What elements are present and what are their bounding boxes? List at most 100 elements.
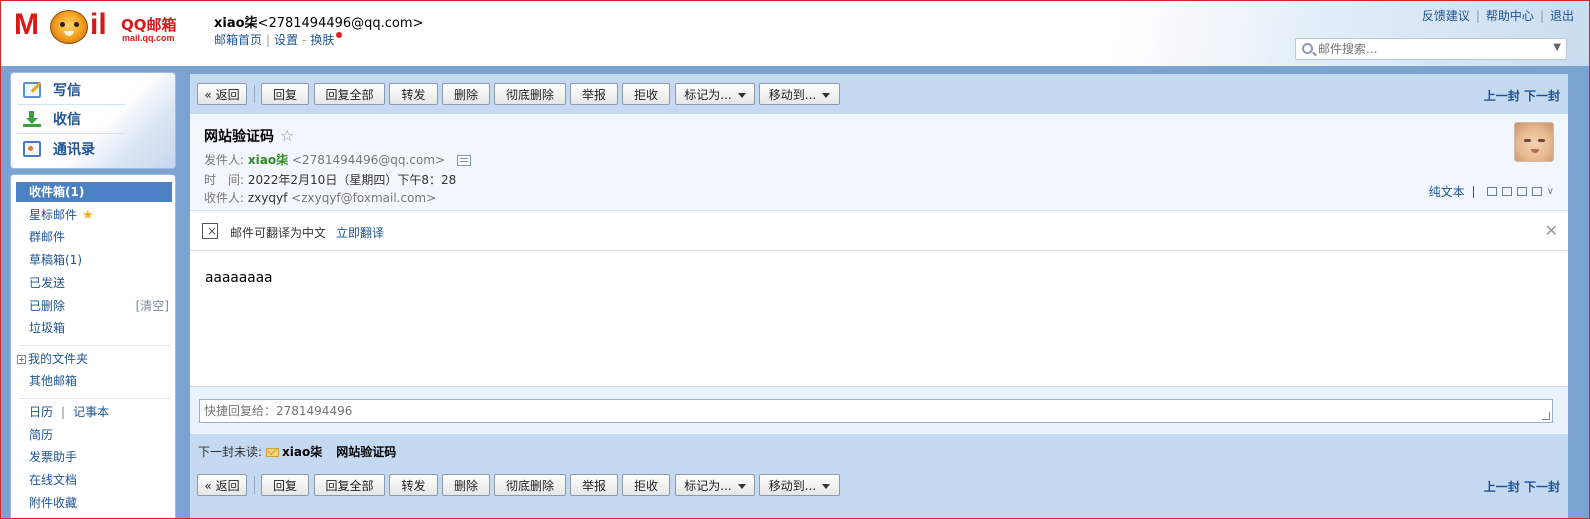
prev-mail-link[interactable]: 上一封 xyxy=(1484,89,1520,103)
quick-reply-box[interactable] xyxy=(199,399,1553,423)
recipient-name[interactable]: zxyqyf xyxy=(248,191,287,205)
user-name: xiao柒 xyxy=(214,16,258,31)
folder-starred[interactable]: 星标邮件 ★ xyxy=(29,205,171,225)
link-calendar[interactable]: 日历 xyxy=(29,405,53,419)
chevron-down-icon xyxy=(822,483,831,489)
delete-button[interactable]: 删除 xyxy=(442,474,490,496)
next-mail-link[interactable]: 下一封 xyxy=(1524,480,1560,494)
search-dropdown-icon[interactable]: ▼ xyxy=(1553,42,1561,53)
reply-button[interactable]: 回复 xyxy=(261,474,309,496)
prev-mail-link[interactable]: 上一封 xyxy=(1484,480,1520,494)
close-icon[interactable]: ✕ xyxy=(1545,221,1558,240)
sender-avatar[interactable] xyxy=(1514,122,1554,162)
next-mail-link[interactable]: 下一封 xyxy=(1524,89,1560,103)
resize-grip-icon[interactable] xyxy=(1542,412,1550,420)
report-button[interactable]: 举报 xyxy=(570,474,618,496)
reply-button[interactable]: 回复 xyxy=(261,83,309,105)
translate-icon xyxy=(202,223,218,239)
link-settings[interactable]: 设置 xyxy=(274,33,298,47)
folder-my-folders[interactable]: + 我的文件夹 xyxy=(17,349,159,369)
reply-all-button[interactable]: 回复全部 xyxy=(314,474,385,496)
expand-more-icon[interactable]: ∨ xyxy=(1547,186,1554,197)
delete-permanent-button[interactable]: 彻底删除 xyxy=(494,83,566,105)
contacts-button[interactable]: 通讯录 xyxy=(23,136,173,162)
contacts-label: 通讯录 xyxy=(53,142,95,158)
note-icon[interactable] xyxy=(1501,187,1512,196)
link-online-docs[interactable]: 在线文档 xyxy=(29,470,171,490)
user-identity: xiao柒<2781494496@qq.com> xyxy=(214,12,423,31)
mail-search[interactable]: ▼ xyxy=(1295,38,1567,60)
toolbar-bottom: « 返回 回复 回复全部 转发 删除 彻底删除 举报 拒收 标记为... 移动到… xyxy=(190,465,1568,519)
mark-as-dropdown[interactable]: 标记为... xyxy=(675,83,755,105)
time-row: 时 间: 2022年2月10日（星期四）下午8：28 xyxy=(204,171,456,188)
from-label: 发件人: xyxy=(204,153,245,167)
forward-button[interactable]: 转发 xyxy=(389,83,438,105)
link-resume[interactable]: 简历 xyxy=(29,425,171,445)
receive-button[interactable]: 收信 xyxy=(23,106,173,132)
folder-starred-label: 星标邮件 xyxy=(29,208,78,222)
search-icon xyxy=(1302,43,1313,54)
move-to-dropdown[interactable]: 移动到... xyxy=(759,83,840,105)
move-to-label: 移动到... xyxy=(768,87,817,102)
link-feedback[interactable]: 反馈建议 xyxy=(1422,9,1470,23)
subject-text: 网站验证码 xyxy=(204,129,274,145)
quick-reply-area xyxy=(190,386,1568,434)
next-unread: 下一封未读: xiao柒 网站验证码 xyxy=(198,443,396,460)
top-links: 反馈建议 | 帮助中心 | 退出 xyxy=(1421,9,1574,23)
move-to-dropdown[interactable]: 移动到... xyxy=(759,474,840,496)
sender-name[interactable]: xiao柒 xyxy=(248,153,288,167)
link-notes[interactable]: 记事本 xyxy=(73,405,109,419)
reply-all-button[interactable]: 回复全部 xyxy=(314,83,385,105)
link-change-skin[interactable]: 换肤 xyxy=(310,33,334,47)
delete-button[interactable]: 删除 xyxy=(442,83,490,105)
report-button[interactable]: 举报 xyxy=(570,83,618,105)
link-logout[interactable]: 退出 xyxy=(1550,9,1574,23)
translate-now-link[interactable]: 立即翻译 xyxy=(336,226,384,240)
folder-deleted-label: 已删除 xyxy=(29,299,66,313)
compose-button[interactable]: 写信 xyxy=(23,77,173,103)
reject-button[interactable]: 拒收 xyxy=(622,474,670,496)
logo-m-letter: M xyxy=(14,8,39,41)
folder-group-mail[interactable]: 群邮件 xyxy=(29,227,171,247)
star-icon: ★ xyxy=(82,208,94,223)
qq-mail-logo[interactable]: M il QQ邮箱 mail.qq.com xyxy=(14,8,177,48)
chevron-down-icon xyxy=(737,92,746,98)
link-attachment-favorites[interactable]: 附件收藏 xyxy=(29,493,171,513)
time-value: 2022年2月10日（星期四）下午8：28 xyxy=(247,173,457,187)
next-unread-subject[interactable]: 网站验证码 xyxy=(336,445,396,459)
forward-button[interactable]: 转发 xyxy=(389,474,438,496)
expand-plus-icon[interactable]: + xyxy=(17,355,26,364)
folder-spam[interactable]: 垃圾箱 xyxy=(29,318,171,338)
link-help[interactable]: 帮助中心 xyxy=(1486,9,1534,23)
folder-deleted[interactable]: 已删除 [清空] xyxy=(29,296,171,316)
quick-reply-input[interactable] xyxy=(200,400,1552,422)
recipient-email: <zxyqyf@foxmail.com> xyxy=(291,191,437,205)
back-button[interactable]: « 返回 xyxy=(197,83,247,105)
print-icon[interactable] xyxy=(1531,187,1542,196)
sender-email: <2781494496@qq.com> xyxy=(291,153,446,167)
new-window-icon[interactable] xyxy=(1486,187,1497,196)
link-mail-home[interactable]: 邮箱首页 xyxy=(214,33,262,47)
sender-row: 发件人: xiao柒 <2781494496@qq.com> xyxy=(204,151,471,168)
next-unread-sender[interactable]: xiao柒 xyxy=(282,445,322,459)
add-contact-icon[interactable] xyxy=(456,155,471,166)
star-outline-icon[interactable]: ☆ xyxy=(280,126,294,145)
mail-body: aaaaaaaa xyxy=(205,270,273,286)
folder-inbox[interactable]: 收件箱(1) xyxy=(16,182,172,202)
save-icon[interactable] xyxy=(1516,187,1527,196)
clear-deleted-link[interactable]: [清空] xyxy=(136,296,169,316)
to-label: 收件人: xyxy=(204,191,245,205)
mail-subject: 网站验证码 ☆ xyxy=(204,126,294,146)
delete-permanent-button[interactable]: 彻底删除 xyxy=(494,474,566,496)
link-invoice-helper[interactable]: 发票助手 xyxy=(29,447,171,467)
plain-text-link[interactable]: 纯文本 xyxy=(1429,183,1465,200)
translate-text: 邮件可翻译为中文 立即翻译 xyxy=(230,224,384,241)
folder-other-mail[interactable]: 其他邮箱 xyxy=(29,371,171,391)
reject-button[interactable]: 拒收 xyxy=(622,83,670,105)
mark-as-dropdown[interactable]: 标记为... xyxy=(675,474,755,496)
quick-actions: 写信 收信 通讯录 xyxy=(10,72,176,169)
folder-sent[interactable]: 已发送 xyxy=(29,273,171,293)
back-button[interactable]: « 返回 xyxy=(197,474,247,496)
search-input[interactable] xyxy=(1318,41,1543,57)
folder-drafts[interactable]: 草稿箱(1) xyxy=(29,250,171,270)
